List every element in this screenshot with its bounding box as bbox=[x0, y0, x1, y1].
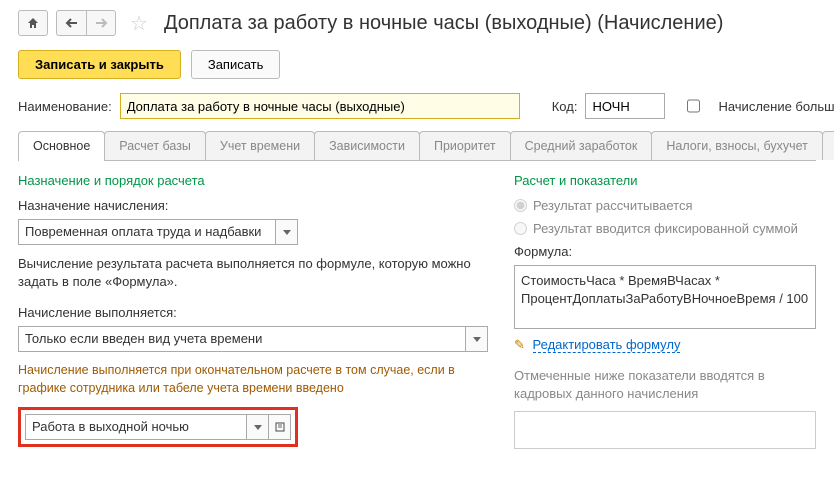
edit-formula-link[interactable]: Редактировать формулу bbox=[533, 337, 681, 353]
save-and-close-button[interactable]: Записать и закрыть bbox=[18, 50, 181, 79]
time-type-value: Работа в выходной ночью bbox=[26, 415, 246, 439]
purpose-dropdown-icon[interactable] bbox=[275, 220, 297, 244]
pencil-icon: ✎ bbox=[514, 337, 525, 352]
home-button[interactable] bbox=[18, 10, 48, 36]
tab-time-tracking[interactable]: Учет времени bbox=[205, 131, 315, 160]
page-title: Доплата за работу в ночные часы (выходны… bbox=[164, 12, 724, 35]
highlighted-field: Работа в выходной ночью bbox=[18, 407, 298, 447]
exec-dropdown-icon[interactable] bbox=[465, 327, 487, 351]
right-section-title: Расчет и показатели bbox=[514, 173, 816, 188]
tab-avg-earnings[interactable]: Средний заработок bbox=[510, 131, 653, 160]
calc-hint: Вычисление результата расчета выполняетс… bbox=[18, 255, 488, 291]
purpose-label: Назначение начисления: bbox=[18, 198, 488, 213]
exec-label: Начисление выполняется: bbox=[18, 305, 488, 320]
favorite-star-icon[interactable]: ☆ bbox=[130, 11, 148, 36]
indicators-note: Отмеченные ниже показатели вводятся в ка… bbox=[514, 367, 816, 403]
left-section-title: Назначение и порядок расчета bbox=[18, 173, 488, 188]
result-calc-radio bbox=[514, 199, 527, 212]
tab-base-calc[interactable]: Расчет базы bbox=[104, 131, 206, 160]
code-input[interactable] bbox=[585, 93, 665, 119]
name-label: Наименование: bbox=[18, 99, 112, 114]
result-fixed-radio bbox=[514, 222, 527, 235]
tab-overflow[interactable]: О bbox=[822, 131, 834, 160]
tab-priority[interactable]: Приоритет bbox=[419, 131, 511, 160]
result-calc-label: Результат рассчитывается bbox=[533, 198, 693, 213]
forward-button[interactable] bbox=[86, 10, 116, 36]
time-type-dropdown-icon[interactable] bbox=[246, 415, 268, 439]
more-accrual-checkbox[interactable] bbox=[687, 98, 700, 114]
tab-taxes[interactable]: Налоги, взносы, бухучет bbox=[651, 131, 823, 160]
tabs: Основное Расчет базы Учет времени Зависи… bbox=[18, 131, 816, 161]
save-button[interactable]: Записать bbox=[191, 50, 281, 79]
code-label: Код: bbox=[552, 99, 578, 114]
tab-dependencies[interactable]: Зависимости bbox=[314, 131, 420, 160]
purpose-value: Повременная оплата труда и надбавки bbox=[19, 220, 275, 244]
exec-warning: Начисление выполняется при окончательном… bbox=[18, 362, 488, 397]
name-input[interactable] bbox=[120, 93, 520, 119]
tab-main[interactable]: Основное bbox=[18, 131, 105, 160]
result-fixed-label: Результат вводится фиксированной суммой bbox=[533, 221, 798, 236]
formula-label: Формула: bbox=[514, 244, 816, 259]
back-button[interactable] bbox=[56, 10, 86, 36]
exec-select[interactable]: Только если введен вид учета времени bbox=[18, 326, 488, 352]
purpose-select[interactable]: Повременная оплата труда и надбавки bbox=[18, 219, 298, 245]
exec-value: Только если введен вид учета времени bbox=[19, 327, 465, 351]
formula-text: СтоимостьЧаса * ВремяВЧасах * ПроцентДоп… bbox=[514, 265, 816, 329]
time-type-select[interactable]: Работа в выходной ночью bbox=[25, 414, 291, 440]
indicators-box bbox=[514, 411, 816, 449]
time-type-open-icon[interactable] bbox=[268, 415, 290, 439]
more-accrual-label: Начисление больше bbox=[718, 99, 834, 114]
